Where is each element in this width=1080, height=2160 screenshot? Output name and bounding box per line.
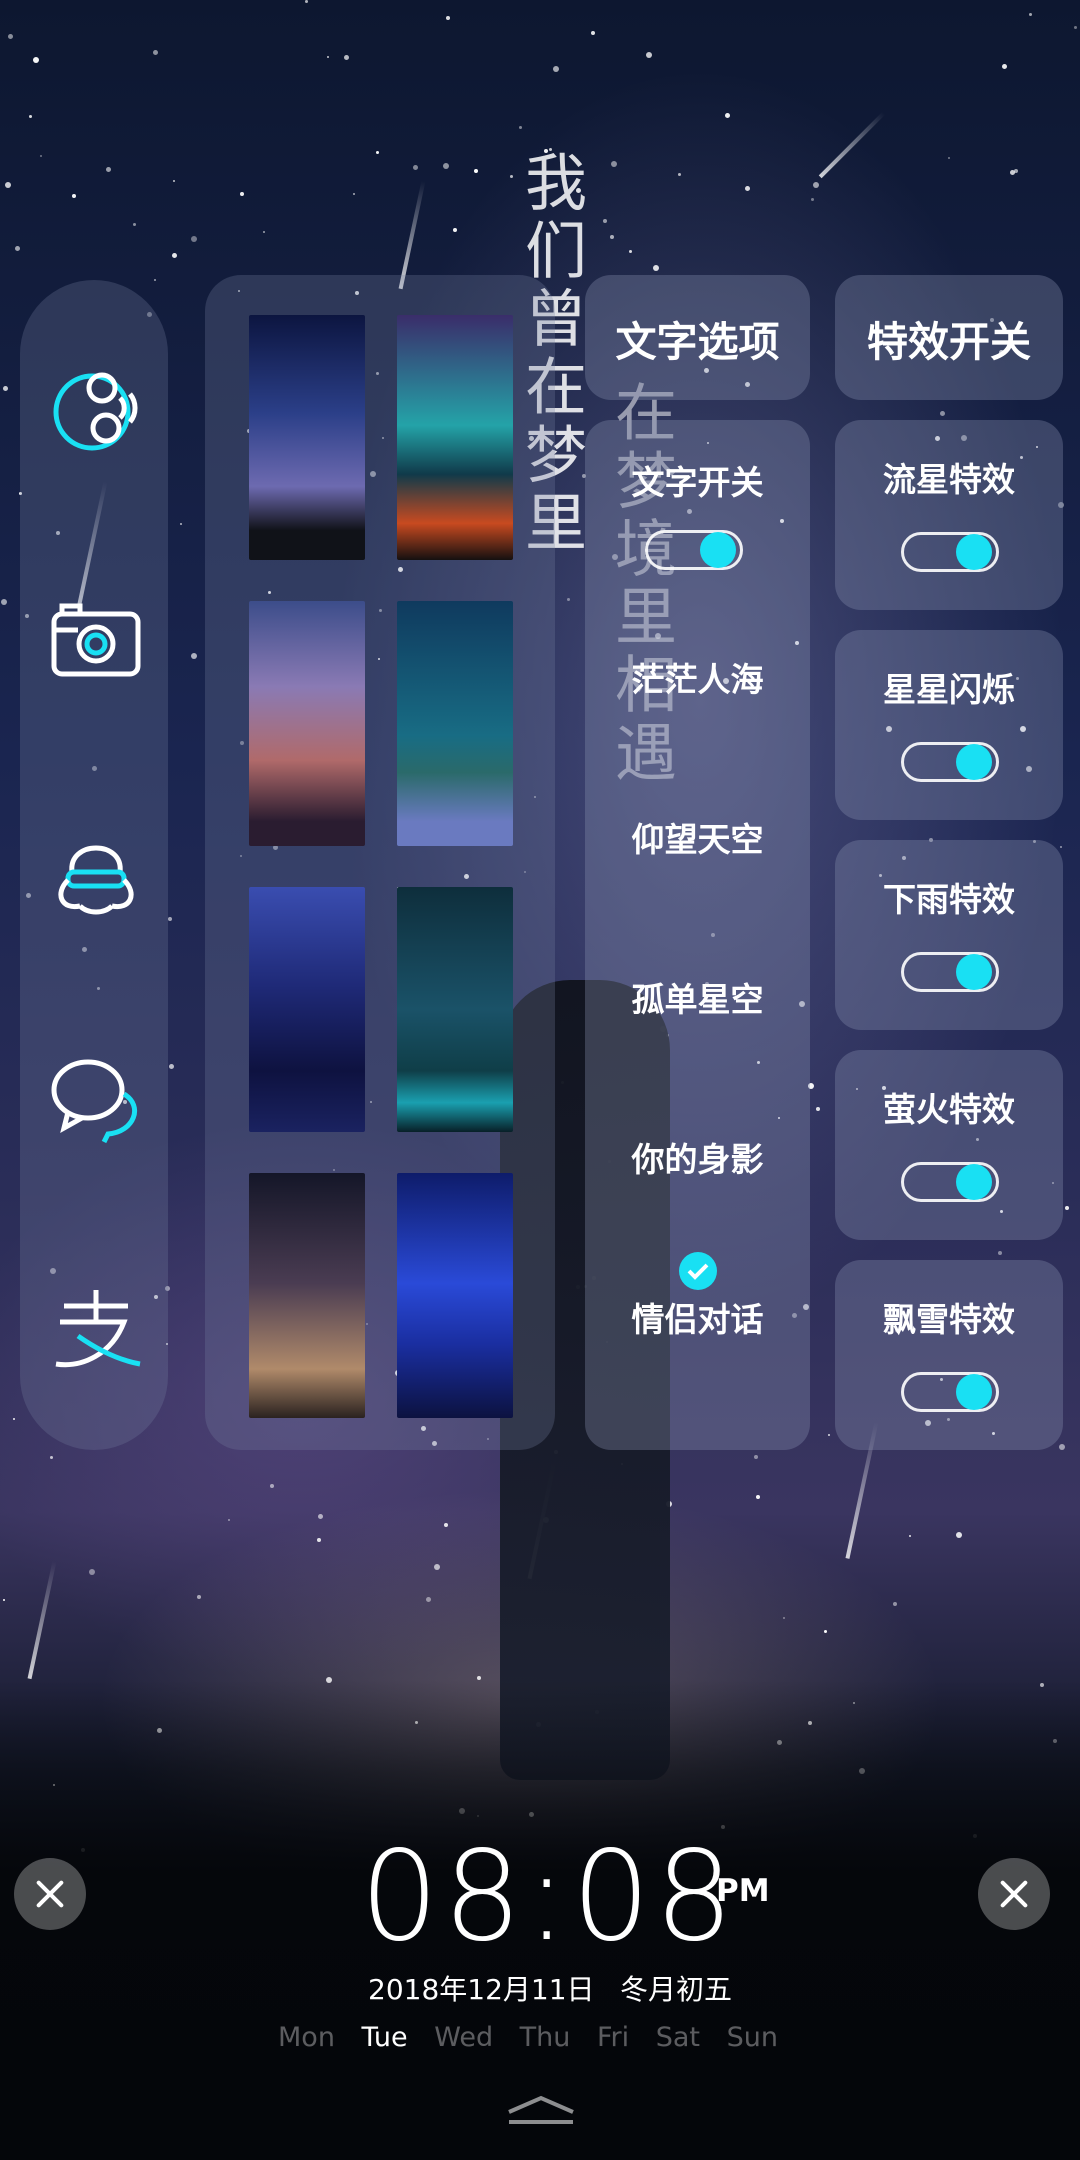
qq-penguin-icon[interactable] <box>48 820 144 916</box>
clock-ampm: PM <box>716 1873 770 1909</box>
close-left-button[interactable] <box>14 1858 86 1930</box>
wallpaper-thumbnail[interactable] <box>249 887 365 1132</box>
wallpaper-thumbnail[interactable] <box>249 315 365 560</box>
effect-label: 飘雪特效 <box>883 1300 1015 1339</box>
wallpaper-thumbnail[interactable] <box>397 315 513 560</box>
effect-card: 星星闪烁 <box>835 630 1063 820</box>
effect-card: 萤火特效 <box>835 1050 1063 1240</box>
weekday-label: Mon <box>278 2022 335 2053</box>
weekday-row: Mon Tue Wed Thu Fri Sat Sun <box>278 2022 778 2053</box>
text-switch-toggle[interactable] <box>645 530 743 570</box>
weekday-label: Thu <box>519 2022 571 2053</box>
swipe-up-chevron-icon[interactable] <box>505 2092 577 2126</box>
app-shortcut-rail <box>20 280 168 1450</box>
weekday-label: Sun <box>726 2022 778 2053</box>
text-options-panel: 文字开关 茫茫人海 仰望天空 孤单星空 你的身影 情侣对话 <box>585 420 810 1450</box>
clock-time: 08:08 <box>360 1825 738 1969</box>
effect-card: 飘雪特效 <box>835 1260 1063 1450</box>
weekday-label-active: Tue <box>361 2022 408 2053</box>
effect-label: 星星闪烁 <box>883 670 1015 709</box>
text-option-item-selected[interactable]: 情侣对话 <box>585 1293 810 1341</box>
text-option-item[interactable]: 你的身影 <box>585 1133 810 1181</box>
moon-phase-icon[interactable] <box>48 360 144 456</box>
effect-card: 下雨特效 <box>835 840 1063 1030</box>
rain-effect-toggle[interactable] <box>901 952 999 992</box>
meteor-streak <box>27 1560 57 1680</box>
effect-label: 流星特效 <box>883 460 1015 499</box>
effects-header[interactable]: 特效开关 <box>835 275 1063 400</box>
weekday-label: Sat <box>655 2022 700 2053</box>
weekday-label: Wed <box>434 2022 494 2053</box>
effect-label: 下雨特效 <box>883 880 1015 919</box>
text-option-item[interactable]: 茫茫人海 <box>585 653 810 701</box>
text-option-item[interactable]: 孤单星空 <box>585 973 810 1021</box>
text-option-item[interactable]: 仰望天空 <box>585 813 810 861</box>
text-switch-label: 文字开关 <box>631 463 764 502</box>
firefly-effect-toggle[interactable] <box>901 1162 999 1202</box>
wallpaper-thumbnail[interactable] <box>397 887 513 1132</box>
snow-effect-toggle[interactable] <box>901 1372 999 1412</box>
effect-card: 流星特效 <box>835 420 1063 610</box>
clock-lunar: 冬月初五 <box>620 1973 733 2006</box>
meteor-effect-toggle[interactable] <box>901 532 999 572</box>
wallpaper-thumbnail[interactable] <box>249 1173 365 1418</box>
wallpaper-thumbnail[interactable] <box>249 601 365 846</box>
effect-label: 萤火特效 <box>883 1090 1015 1129</box>
camera-icon[interactable] <box>48 590 144 686</box>
weekday-label: Fri <box>596 2022 630 2053</box>
wallpaper-thumbnail[interactable] <box>397 1173 513 1418</box>
clock-date: 2018年12月11日 <box>368 1973 595 2006</box>
meteor-streak <box>818 111 886 179</box>
checkmark-icon <box>679 1252 717 1290</box>
chat-bubbles-icon[interactable] <box>48 1050 144 1146</box>
wallpaper-grid <box>205 275 555 1450</box>
alipay-icon[interactable] <box>48 1280 144 1376</box>
close-right-button[interactable] <box>978 1858 1050 1930</box>
wallpaper-thumbnail[interactable] <box>397 601 513 846</box>
text-options-header[interactable]: 文字选项 <box>585 275 810 400</box>
meteor-streak <box>398 180 426 290</box>
twinkle-effect-toggle[interactable] <box>901 742 999 782</box>
